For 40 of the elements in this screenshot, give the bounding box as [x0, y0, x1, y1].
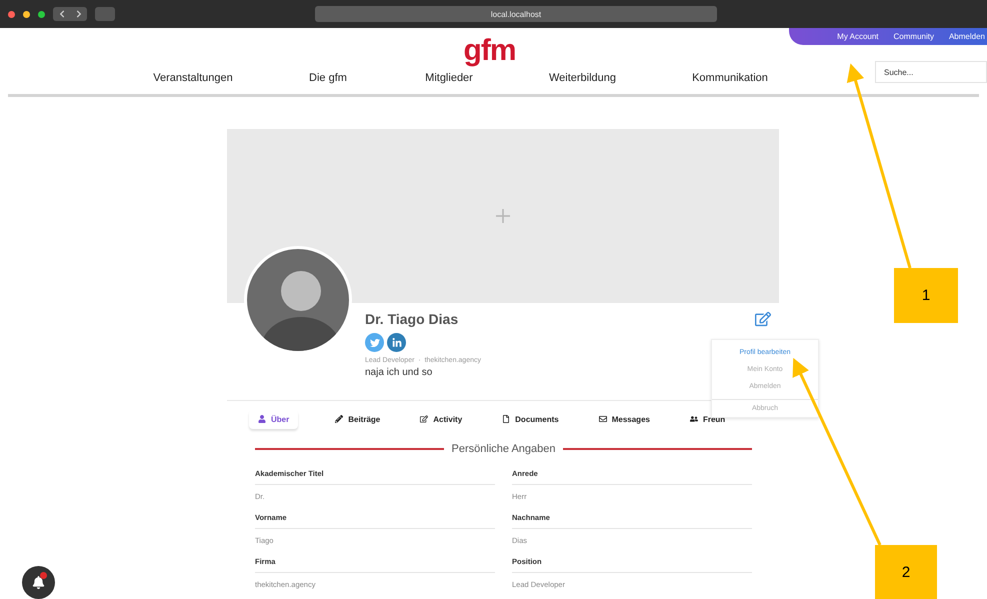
- close-window-button[interactable]: [8, 10, 15, 18]
- search-field[interactable]: Suche...: [875, 61, 987, 83]
- nav-link[interactable]: Kommunikation: [655, 72, 805, 84]
- logo[interactable]: gfm: [464, 34, 516, 68]
- notification-button[interactable]: [22, 566, 55, 599]
- annotation-label: 2: [875, 545, 937, 599]
- profile-tab[interactable]: Über: [249, 410, 298, 428]
- users-icon: [690, 415, 698, 423]
- user-icon: [258, 415, 266, 423]
- pencil-icon: [335, 415, 344, 423]
- account-link[interactable]: Abmelden: [948, 32, 985, 41]
- nav-link[interactable]: Weiterbildung: [510, 72, 655, 84]
- nav-link[interactable]: Veranstaltungen: [118, 72, 268, 84]
- bell-icon: [32, 576, 45, 589]
- profile-tab[interactable]: Messages: [590, 410, 659, 428]
- account-link[interactable]: Community: [894, 32, 934, 41]
- address-bar[interactable]: local.localhost: [315, 6, 717, 22]
- plus-icon: [496, 209, 510, 223]
- account-link[interactable]: My Account: [837, 32, 879, 41]
- profile-tab[interactable]: Beiträge: [326, 410, 390, 428]
- profile-bio: naja ich und so: [365, 367, 434, 378]
- mail-icon: [598, 415, 607, 423]
- cover-placeholder[interactable]: [227, 129, 779, 303]
- notification-badge: [40, 572, 47, 579]
- file-icon: [502, 415, 510, 423]
- linkedin-button[interactable]: [387, 333, 406, 352]
- annotation-label: 1: [894, 268, 958, 323]
- profile-tab[interactable]: Activity: [411, 410, 472, 428]
- profile-name: Dr. Tiago Dias: [365, 311, 460, 327]
- linkedin-icon: [392, 338, 402, 348]
- bird-icon: [370, 338, 380, 348]
- edit-icon: [420, 415, 428, 423]
- nav-link[interactable]: Die gfm: [268, 72, 388, 84]
- maximize-window-button[interactable]: [38, 10, 45, 18]
- profile-tab[interactable]: Documents: [493, 410, 568, 428]
- section-heading: Persönliche Angaben: [452, 443, 556, 455]
- minimize-window-button[interactable]: [23, 10, 30, 18]
- nav-link[interactable]: Mitglieder: [388, 72, 510, 84]
- edit-profile-button[interactable]: [755, 311, 771, 329]
- back-forward-buttons[interactable]: [53, 7, 87, 21]
